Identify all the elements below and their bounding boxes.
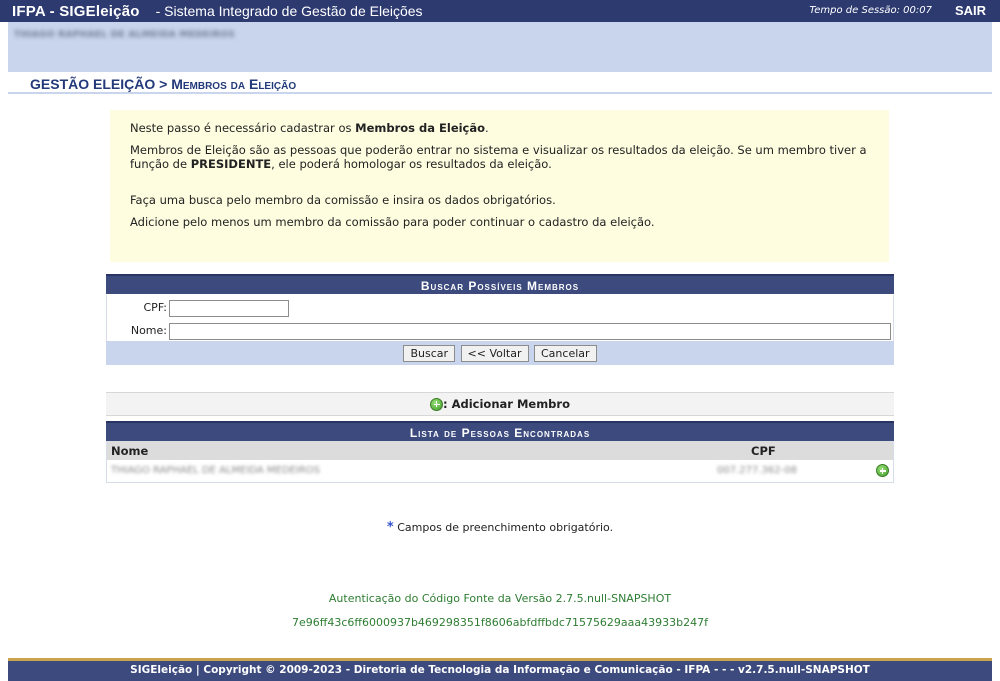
instructions-box: Neste passo é necessário cadastrar os Me…	[110, 110, 889, 262]
cpf-label: CPF:	[143, 301, 168, 314]
results-section-header: Lista de Pessoas Encontradas	[106, 421, 894, 441]
app-subtitle: - Sistema Integrado de Gestão de Eleiçõe…	[155, 3, 423, 19]
search-button-bar: Buscar << Voltar Cancelar	[106, 341, 894, 365]
search-section-header: Buscar Possíveis Membros	[106, 274, 894, 294]
user-info-band: THIAGO RAPHAEL DE ALMEIDA MEDEIROS	[8, 22, 992, 72]
search-form: CPF: Nome:	[106, 295, 894, 341]
instruction-text: Neste passo é necessário cadastrar os	[130, 121, 356, 135]
table-row: THIAGO RAPHAEL DE ALMEIDA MEDEIROS 007.2…	[107, 460, 893, 482]
instruction-bold: Membros da Eleição	[355, 121, 486, 135]
app-brand: IFPA - SIGEleição	[12, 2, 140, 20]
instruction-paragraph: Adicione pelo menos um membro da comissã…	[130, 215, 655, 229]
column-header-name: Nome	[111, 444, 149, 458]
cpf-input[interactable]	[169, 300, 289, 317]
instruction-paragraph: Membros de Eleição são as pessoas que po…	[130, 143, 869, 171]
column-header-cpf: CPF	[751, 444, 776, 458]
cpf-row: CPF:	[107, 297, 893, 317]
exit-link[interactable]: SAIR	[955, 3, 986, 18]
page-title: GESTÃO ELEIÇÃO > Membros da Eleição	[8, 72, 992, 94]
required-note-text: Campos de preenchimento obrigatório.	[397, 521, 614, 534]
page-footer: SIGEleição | Copyright © 2009-2023 - Dir…	[8, 658, 992, 681]
name-row: Nome:	[107, 320, 893, 340]
instruction-bold: PRESIDENTE	[190, 157, 272, 171]
cancel-button[interactable]: Cancelar	[534, 345, 597, 362]
back-button[interactable]: << Voltar	[460, 345, 529, 362]
instruction-paragraph: Faça uma busca pelo membro da comissão e…	[130, 193, 556, 207]
breadcrumb-page: Membros da Eleição	[171, 76, 297, 92]
breadcrumb-module: GESTÃO ELEIÇÃO	[30, 76, 156, 92]
instruction-text: , ele poderá homologar os resultados da …	[271, 157, 552, 171]
instruction-text: .	[485, 121, 489, 135]
table-header: Nome CPF	[107, 441, 893, 460]
person-name-cell: THIAGO RAPHAEL DE ALMEIDA MEDEIROS	[111, 465, 321, 476]
user-name: THIAGO RAPHAEL DE ALMEIDA MEDEIROS	[14, 30, 235, 40]
breadcrumb-separator: >	[155, 76, 172, 92]
required-star-icon: *	[386, 520, 394, 535]
source-auth-line: Autenticação do Código Fonte da Versão 2…	[328, 592, 672, 605]
source-auth-hash: 7e96ff43c6ff6000937b469298351f8606abfdff…	[291, 616, 708, 629]
name-label: Nome:	[130, 324, 167, 337]
person-cpf-cell: 007.277.362-08	[717, 465, 797, 476]
search-button[interactable]: Buscar	[403, 345, 456, 362]
session-timer: Tempo de Sessão: 00:07	[809, 5, 932, 16]
name-input[interactable]	[169, 323, 891, 340]
add-circle-icon	[430, 397, 443, 411]
add-member-label: : Adicionar Membro	[443, 397, 570, 411]
results-table: Nome CPF THIAGO RAPHAEL DE ALMEIDA MEDEI…	[106, 441, 894, 483]
top-bar: IFPA - SIGEleição - Sistema Integrado de…	[0, 0, 1000, 22]
instruction-paragraph: Neste passo é necessário cadastrar os Me…	[130, 121, 869, 135]
add-member-legend: : Adicionar Membro	[106, 392, 894, 416]
breadcrumb: GESTÃO ELEIÇÃO > Membros da Eleição	[30, 76, 296, 92]
required-fields-note: * Campos de preenchimento obrigatório.	[0, 520, 1000, 535]
add-member-icon[interactable]	[876, 464, 889, 477]
